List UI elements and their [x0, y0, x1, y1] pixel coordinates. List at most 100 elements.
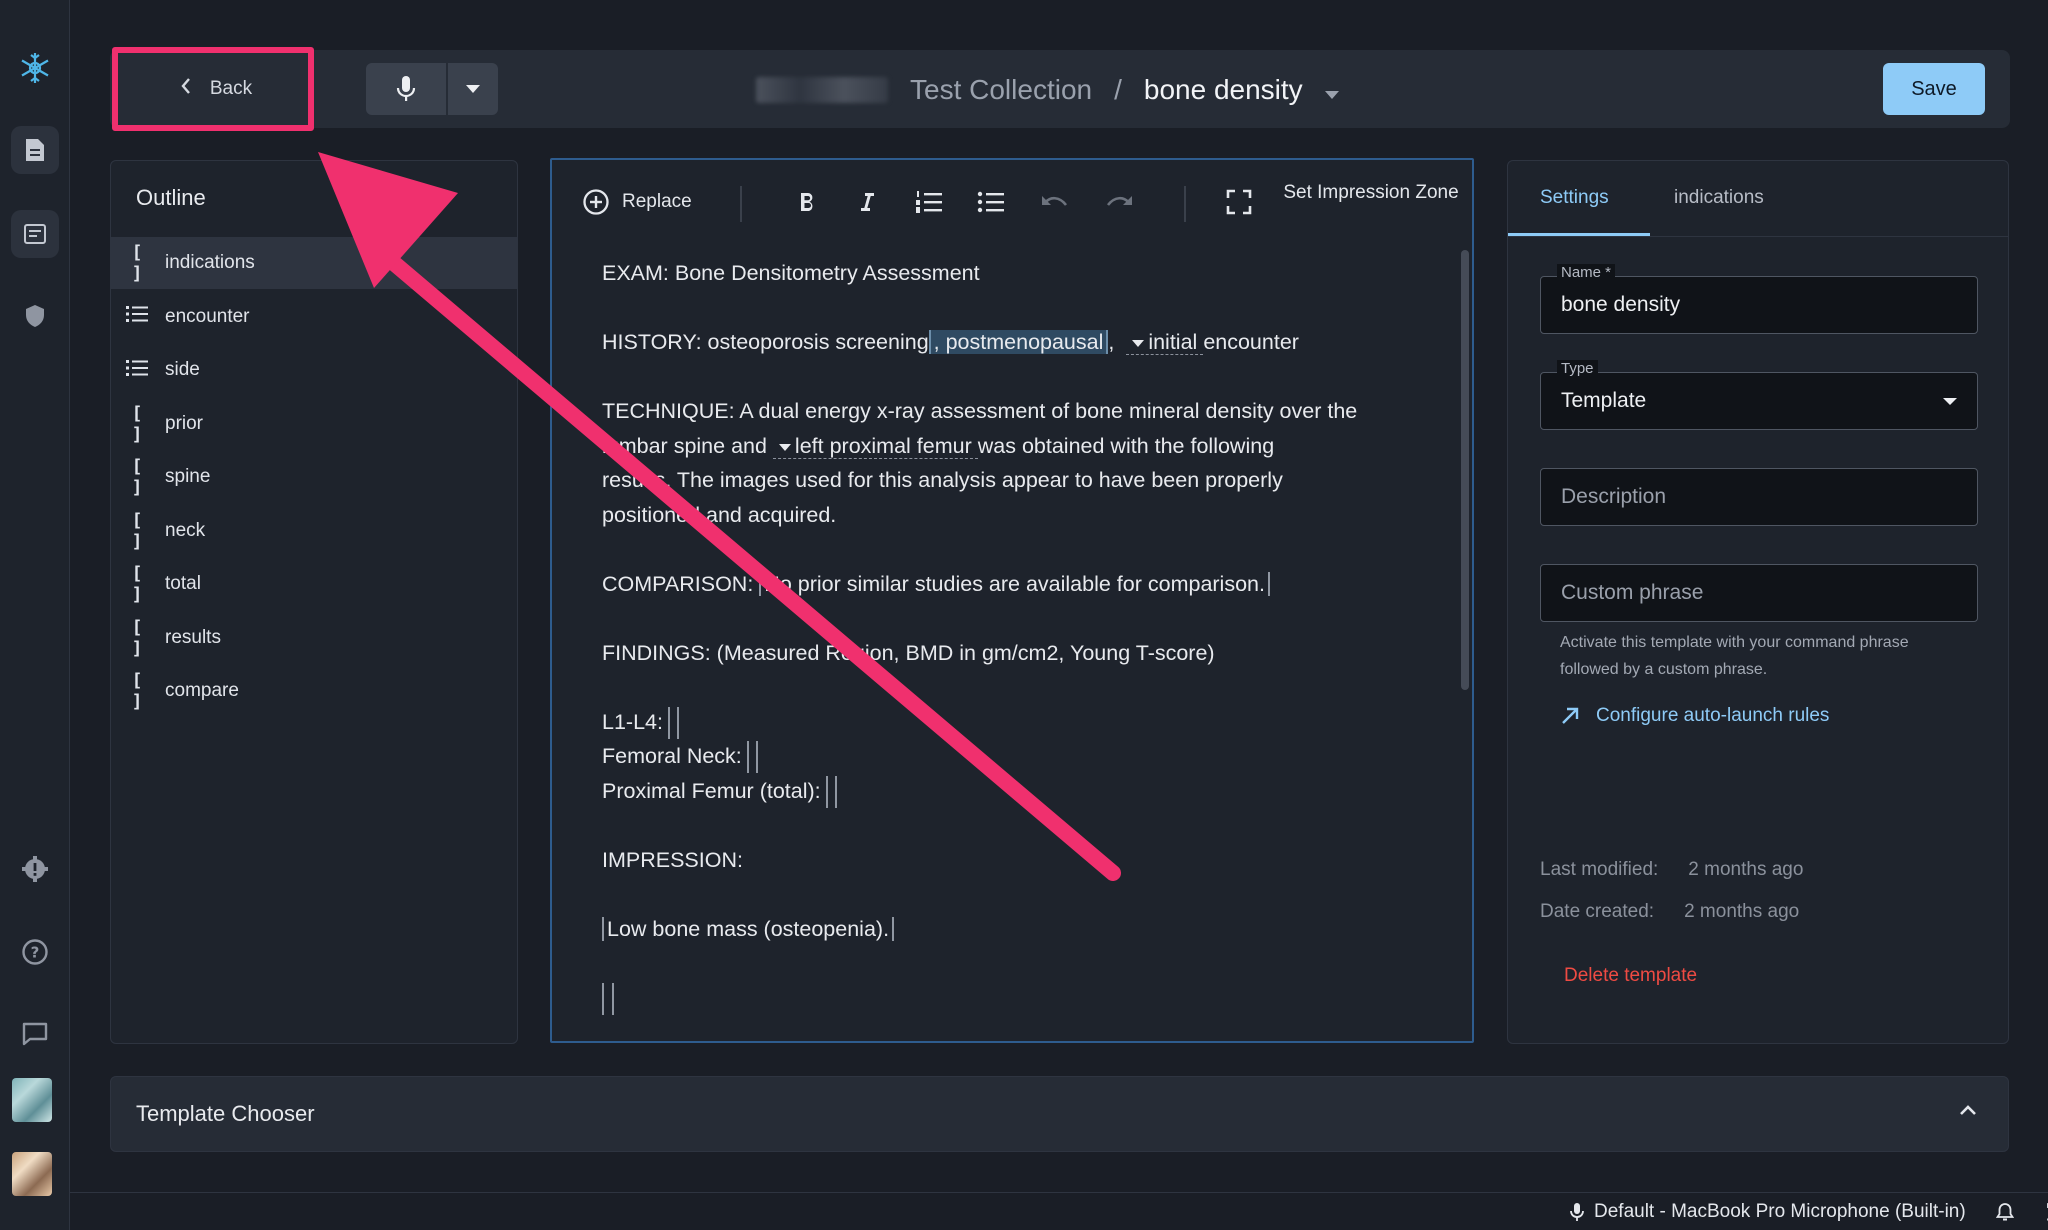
type-select[interactable]: Type Template [1540, 360, 1978, 430]
field-marker[interactable] [834, 775, 837, 808]
redacted-name [756, 77, 888, 103]
bracket-icon: [ ] [131, 402, 143, 445]
technique-line-1: TECHNIQUE: A dual energy x-ray assessmen… [602, 399, 1358, 423]
template-document[interactable]: EXAM: Bone Densitometry Assessment HISTO… [602, 256, 1422, 1015]
fullscreen-icon [1226, 189, 1252, 215]
breadcrumb: Test Collection / bone density [756, 64, 1339, 116]
chat-icon[interactable] [11, 1010, 59, 1058]
outline-panel: Outline [ ] indications encounter side [… [110, 160, 518, 1044]
app-logo-icon[interactable] [11, 44, 59, 92]
side-dropdown[interactable]: left proximal femur [772, 433, 978, 459]
chevron-up-icon[interactable] [1958, 1101, 1978, 1126]
comparison-field[interactable]: No prior similar studies are available f… [759, 571, 1270, 596]
template-icon[interactable] [11, 210, 59, 258]
replace-label: Replace [622, 191, 692, 212]
encounter-dropdown[interactable]: initial [1126, 330, 1204, 355]
svg-text:?: ? [31, 944, 40, 962]
bracket-icon: [ ] [131, 509, 143, 552]
outline-item-neck[interactable]: [ ] neck [111, 505, 517, 557]
outline-item-side[interactable]: side [111, 344, 517, 396]
list-icon [125, 305, 149, 328]
side-value: left proximal femur [794, 433, 972, 458]
outline-item-results[interactable]: [ ] results [111, 612, 517, 664]
history-text: HISTORY: osteoporosis screening [602, 330, 929, 354]
set-impression-zone-button[interactable]: Set Impression Zone [1276, 176, 1466, 209]
outline-item-compare[interactable]: [ ] compare [111, 665, 517, 717]
numbered-list-button[interactable] [912, 182, 946, 222]
outline-item-spine[interactable]: [ ] spine [111, 451, 517, 503]
field-marker[interactable] [755, 741, 758, 774]
bracket-icon: [ ] [131, 670, 143, 712]
outline-item-label: compare [165, 680, 239, 701]
impression-field[interactable]: Low bone mass (osteopenia). [602, 916, 895, 941]
bold-button[interactable] [792, 182, 822, 222]
technique-line-2: lumbar spine and left proximal femur was… [602, 429, 1422, 464]
redo-button[interactable] [1102, 182, 1136, 222]
editor-toolbar: Replace Set Impression Zone [552, 160, 1472, 246]
template-chooser[interactable]: Template Chooser [110, 1076, 2009, 1152]
caret-down-icon [778, 443, 791, 451]
date-created-value: 2 months ago [1684, 901, 1800, 922]
breadcrumb-current[interactable]: bone density [1144, 74, 1303, 106]
outline-item-indications[interactable]: [ ] indications [111, 237, 517, 289]
shield-icon[interactable] [11, 292, 59, 340]
replace-button[interactable]: Replace [582, 182, 692, 222]
settings-panel: Settings indications Name * bone density… [1507, 160, 2009, 1044]
technique-line-3: results. The images used for this analys… [602, 468, 1283, 492]
description-field[interactable]: Description [1540, 468, 1978, 526]
template-chooser-title: Template Chooser [136, 1101, 315, 1126]
field-marker[interactable] [746, 741, 749, 774]
outline-title: Outline [136, 185, 206, 210]
toolbar-divider [740, 186, 742, 222]
bold-icon [801, 193, 813, 211]
type-select-value: Template [1561, 389, 1647, 412]
caret-down-icon [1943, 398, 1957, 405]
microphone-icon [1570, 1203, 1584, 1221]
field-marker[interactable] [602, 982, 604, 1015]
custom-phrase-field[interactable]: Custom phrase [1540, 564, 1978, 622]
microphone-dropdown-button[interactable] [448, 63, 498, 115]
undo-button[interactable] [1038, 182, 1072, 222]
caret-down-icon[interactable] [1324, 74, 1339, 106]
avatar[interactable] [12, 1078, 52, 1122]
document-icon[interactable] [11, 126, 59, 174]
outline-item-prior[interactable]: [ ] prior [111, 398, 517, 450]
fullscreen-button[interactable] [1222, 182, 1256, 222]
delete-template-button[interactable]: Delete template [1564, 965, 1697, 987]
settings-gear-icon[interactable] [11, 845, 59, 893]
tab-settings[interactable]: Settings [1540, 187, 1609, 209]
bullet-list-button[interactable] [974, 182, 1008, 222]
empty-field-line [602, 981, 1422, 1016]
technique-text: lumbar spine and [602, 433, 767, 458]
save-button[interactable]: Save [1883, 63, 1985, 115]
outline-item-encounter[interactable]: encounter [111, 291, 517, 343]
tab-indications[interactable]: indications [1674, 187, 1764, 209]
microphone-button[interactable] [366, 63, 448, 115]
template-editor[interactable]: Replace Set Impression Zone EXAM: Bone D… [550, 158, 1474, 1043]
last-modified: Last modified: 2 months ago [1540, 859, 1803, 881]
field-marker[interactable] [667, 706, 670, 739]
field-marker[interactable] [612, 982, 614, 1015]
history-field[interactable]: , postmenopausal [928, 330, 1109, 354]
l1l4-line: L1-L4: [602, 705, 1422, 740]
name-field[interactable]: Name * bone density [1540, 264, 1978, 334]
last-modified-label: Last modified: [1540, 859, 1659, 880]
breadcrumb-collection[interactable]: Test Collection [910, 74, 1092, 106]
editor-scrollbar[interactable] [1461, 250, 1469, 690]
impression-field-line: Low bone mass (osteopenia). [602, 912, 1422, 947]
outline-item-label: total [165, 573, 201, 594]
field-marker[interactable] [825, 775, 828, 808]
outline-item-total[interactable]: [ ] total [111, 558, 517, 610]
configure-auto-launch-link[interactable]: Configure auto-launch rules [1560, 705, 1829, 727]
encounter-value: initial [1148, 330, 1198, 354]
outline-item-label: indications [165, 252, 255, 273]
impression-line: IMPRESSION: [602, 847, 743, 872]
technique-line-4: positioned and acquired. [602, 502, 837, 527]
microphone-status[interactable]: Default - MacBook Pro Microphone (Built-… [1570, 1201, 2048, 1223]
field-marker[interactable] [676, 706, 679, 739]
microphone-icon [396, 76, 416, 101]
help-icon[interactable]: ? [11, 928, 59, 976]
settings-tabs: Settings indications [1508, 161, 2008, 237]
italic-button[interactable] [852, 182, 882, 222]
user-avatar[interactable] [12, 1152, 52, 1196]
